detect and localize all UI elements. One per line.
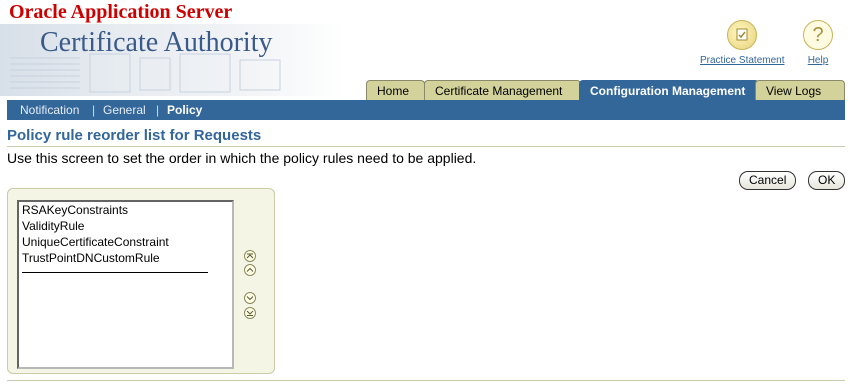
help-icon: ?	[803, 20, 833, 50]
list-item[interactable]: UniqueCertificateConstraint	[19, 234, 232, 250]
practice-statement-icon	[727, 20, 758, 50]
list-item[interactable]: TrustPointDNCustomRule	[19, 250, 232, 266]
move-down-icon[interactable]	[244, 292, 256, 304]
move-to-bottom-icon[interactable]	[244, 307, 256, 319]
subnav-separator: |	[92, 103, 96, 117]
subnav-item-notification[interactable]: Notification	[20, 100, 79, 120]
subnav-item-policy[interactable]: Policy	[167, 100, 202, 120]
page-title: Policy rule reorder list for Requests	[7, 127, 262, 144]
footer-divider	[7, 380, 845, 381]
tab-bar: Home Certificate Management Configuratio…	[0, 80, 850, 101]
product-title: Certificate Authority	[40, 27, 273, 58]
subnav-bar: Notification | General | Policy	[7, 100, 845, 120]
cancel-button[interactable]: Cancel	[739, 171, 797, 190]
vendor-logo-text: Oracle Application Server	[9, 1, 233, 23]
subnav-separator: |	[156, 103, 160, 117]
move-up-icon[interactable]	[244, 264, 256, 276]
list-item[interactable]: ValidityRule	[19, 218, 232, 234]
page-instructions: Use this screen to set the order in whic…	[7, 150, 477, 166]
help-link[interactable]: ? Help	[803, 20, 833, 66]
tab-view-logs[interactable]: View Logs	[755, 80, 845, 101]
tab-home[interactable]: Home	[366, 80, 425, 101]
practice-statement-label: Practice Statement	[700, 55, 785, 66]
policy-rules-listbox[interactable]: RSAKeyConstraints ValidityRule UniqueCer…	[17, 200, 234, 369]
help-label: Help	[807, 55, 829, 66]
practice-statement-link[interactable]: Practice Statement	[700, 20, 784, 66]
ok-button[interactable]: OK	[808, 171, 846, 190]
subnav-item-general[interactable]: General	[103, 100, 146, 120]
tab-certificate-management[interactable]: Certificate Management	[424, 80, 581, 101]
list-item[interactable]: RSAKeyConstraints	[19, 202, 232, 218]
tab-configuration-management[interactable]: Configuration Management	[579, 80, 759, 101]
move-to-top-icon[interactable]	[244, 250, 256, 262]
title-divider	[7, 146, 845, 147]
list-divider	[22, 272, 208, 273]
